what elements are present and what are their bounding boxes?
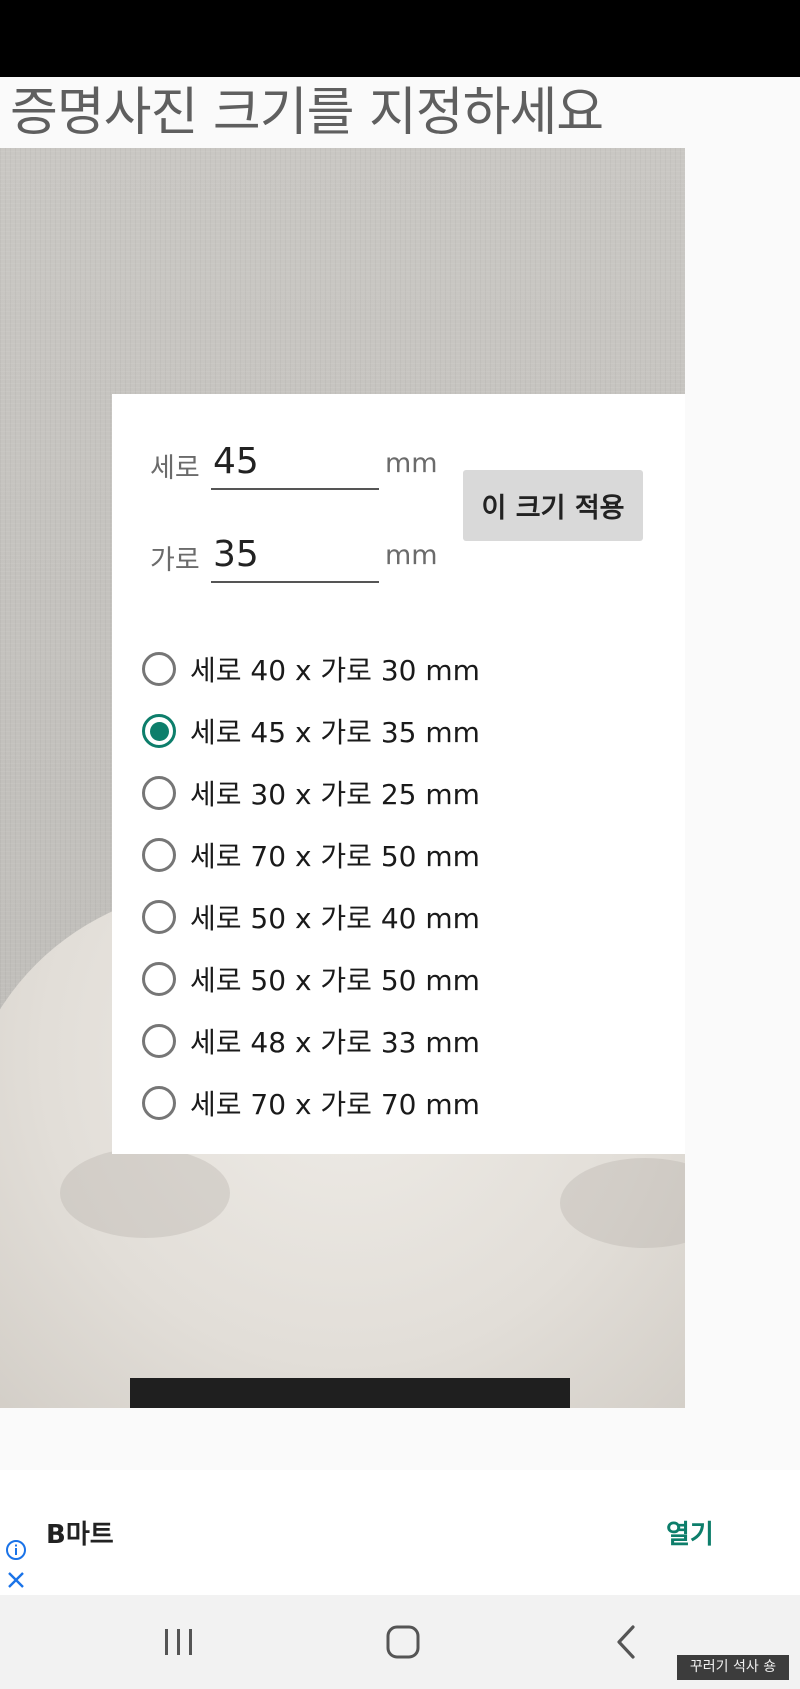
size-option-1[interactable]: 세로 40 x 가로 30 mm xyxy=(142,645,480,693)
person-pants xyxy=(130,1378,570,1408)
radio-button-checked[interactable] xyxy=(142,714,176,748)
size-option-label: 세로 40 x 가로 30 mm xyxy=(190,654,480,687)
height-input[interactable]: 45 xyxy=(211,436,379,490)
apply-size-button[interactable]: 이 크기 적용 xyxy=(463,470,643,541)
width-unit: mm xyxy=(385,540,438,571)
info-icon[interactable] xyxy=(4,1538,28,1562)
size-option-label: 세로 45 x 가로 35 mm xyxy=(190,716,480,749)
radio-button[interactable] xyxy=(142,838,176,872)
radio-button[interactable] xyxy=(142,1086,176,1120)
page-title: 증명사진 크기를 지정하세요 xyxy=(10,83,604,143)
size-option-label: 세로 70 x 가로 50 mm xyxy=(190,840,480,873)
size-option-4[interactable]: 세로 70 x 가로 50 mm xyxy=(142,831,480,879)
radio-button[interactable] xyxy=(142,1024,176,1058)
size-option-label: 세로 48 x 가로 33 mm xyxy=(190,1026,480,1059)
size-option-label: 세로 70 x 가로 70 mm xyxy=(190,1088,480,1121)
sleeve-left xyxy=(60,1148,230,1238)
size-option-5[interactable]: 세로 50 x 가로 40 mm xyxy=(142,893,480,941)
size-option-7[interactable]: 세로 48 x 가로 33 mm xyxy=(142,1017,480,1065)
size-option-label: 세로 50 x 가로 40 mm xyxy=(190,902,480,935)
size-option-label: 세로 30 x 가로 25 mm xyxy=(190,778,480,811)
size-option-3[interactable]: 세로 30 x 가로 25 mm xyxy=(142,769,480,817)
size-option-6[interactable]: 세로 50 x 가로 50 mm xyxy=(142,955,480,1003)
radio-button[interactable] xyxy=(142,652,176,686)
close-icon[interactable] xyxy=(4,1568,28,1592)
ad-advertiser-name[interactable]: B마트 xyxy=(46,1514,114,1551)
height-label: 세로 xyxy=(150,453,200,484)
radio-button[interactable] xyxy=(142,900,176,934)
size-option-8[interactable]: 세로 70 x 가로 70 mm xyxy=(142,1079,480,1127)
radio-button[interactable] xyxy=(142,776,176,810)
width-label: 가로 xyxy=(150,545,200,576)
height-unit: mm xyxy=(385,448,438,479)
recents-icon[interactable] xyxy=(154,1620,204,1664)
status-bar xyxy=(0,0,800,77)
width-input[interactable]: 35 xyxy=(211,529,379,583)
watermark: 꾸러기 석사 숑 xyxy=(677,1655,789,1680)
ad-open-button[interactable]: 열기 xyxy=(666,1514,714,1551)
size-option-label: 세로 50 x 가로 50 mm xyxy=(190,964,480,997)
size-option-2[interactable]: 세로 45 x 가로 35 mm xyxy=(142,707,480,755)
home-icon[interactable] xyxy=(378,1620,428,1664)
radio-button[interactable] xyxy=(142,962,176,996)
back-icon[interactable] xyxy=(602,1620,652,1664)
